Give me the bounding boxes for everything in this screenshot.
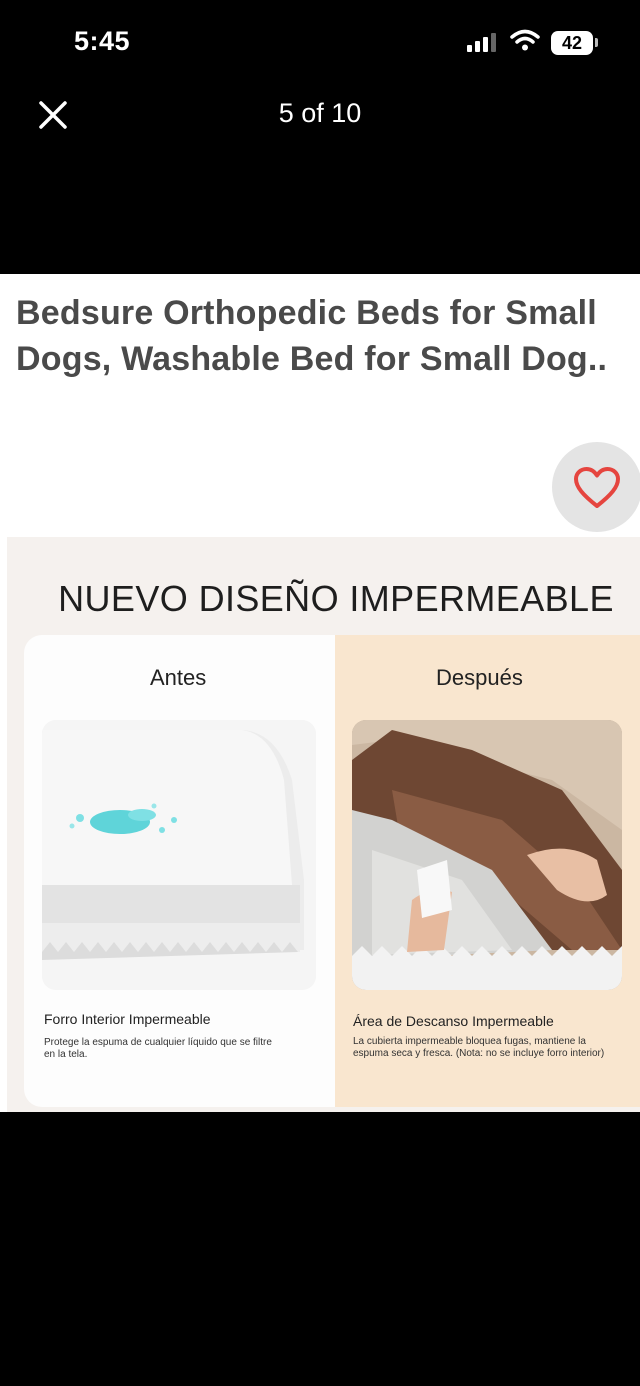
- signal-icon: [467, 33, 496, 52]
- promo-headline: NUEVO DISEÑO IMPERMEABLE: [58, 578, 614, 619]
- before-mattress-image: [42, 720, 316, 990]
- status-time: 5:45: [74, 26, 131, 56]
- battery-icon: 42: [551, 31, 593, 55]
- before-caption-text: Protege la espuma de cualquier líquido q…: [44, 1037, 272, 1060]
- battery-tip: [595, 38, 598, 47]
- status-bar: 5:45 42: [0, 0, 640, 86]
- after-heading: Después: [436, 665, 523, 690]
- before-caption-title: Forro Interior Impermeable: [44, 1011, 211, 1027]
- image-counter: 5 of 10: [278, 98, 362, 128]
- before-heading: Antes: [150, 665, 207, 690]
- after-caption-title: Área de Descanso Impermeable: [353, 1013, 554, 1029]
- heart-icon: [574, 467, 620, 508]
- after-cover-image: [352, 720, 622, 990]
- wifi-icon: [510, 29, 540, 51]
- favorite-button[interactable]: [552, 442, 640, 532]
- product-title: Bedsure Orthopedic Beds for Small Dogs, …: [16, 294, 608, 378]
- after-caption-text: La cubierta impermeable bloquea fugas, m…: [353, 1036, 605, 1059]
